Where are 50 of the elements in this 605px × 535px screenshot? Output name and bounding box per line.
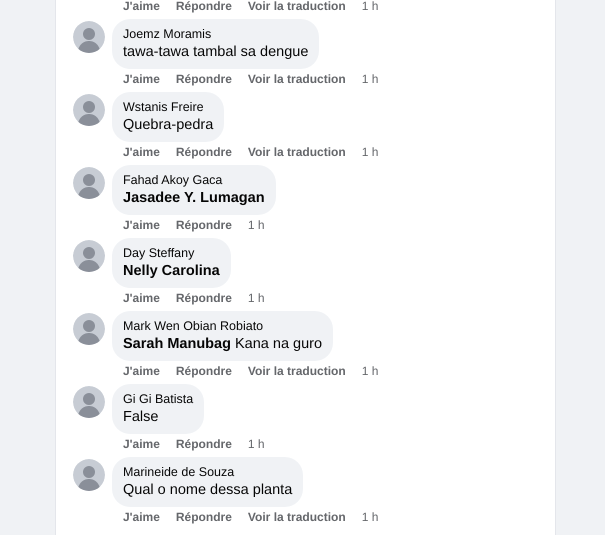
avatar[interactable] <box>73 240 105 272</box>
author-name[interactable]: Gi Gi Batista <box>123 391 194 407</box>
comment-text: Sarah Manubag Kana na guro <box>123 335 322 354</box>
avatar[interactable] <box>73 21 105 53</box>
action-link[interactable]: Répondre <box>176 363 232 379</box>
action-link[interactable]: Répondre <box>176 509 232 525</box>
action-link[interactable]: J'aime <box>123 144 160 160</box>
timestamp: 1 h <box>362 509 378 525</box>
action-link[interactable]: Voir la traduction <box>248 0 346 14</box>
action-link[interactable]: J'aime <box>123 71 160 87</box>
author-name[interactable]: Fahad Akoy Gaca <box>123 172 265 188</box>
action-link[interactable]: J'aime <box>123 436 160 452</box>
author-name[interactable]: Mark Wen Obian Robiato <box>123 318 322 334</box>
comment-text: Qual o nome dessa planta <box>123 481 292 500</box>
avatar[interactable] <box>73 459 105 491</box>
action-link[interactable]: Voir la traduction <box>248 363 346 379</box>
timestamp: 1 h <box>362 0 378 14</box>
action-link[interactable]: Répondre <box>176 436 232 452</box>
action-link[interactable]: Voir la traduction <box>248 509 346 525</box>
timestamp: 1 h <box>362 71 378 87</box>
timestamp: 1 h <box>362 144 378 160</box>
author-name[interactable]: Day Steffany <box>123 245 220 261</box>
comment-text: False <box>123 408 160 427</box>
author-name[interactable]: Wstanis Freire <box>123 99 214 115</box>
author-name[interactable]: Marineide de Souza <box>123 464 292 480</box>
avatar[interactable] <box>73 386 105 418</box>
action-link[interactable]: J'aime <box>123 217 160 233</box>
action-link[interactable]: J'aime <box>123 363 160 379</box>
action-link[interactable]: Voir la traduction <box>248 144 346 160</box>
action-link[interactable]: Répondre <box>176 144 232 160</box>
action-link[interactable]: J'aime <box>123 0 160 14</box>
action-link[interactable]: J'aime <box>123 290 160 306</box>
timestamp: 1 h <box>362 363 378 379</box>
comment-text: Jasadee Y. Lumagan <box>123 189 265 208</box>
comment-text: Nelly Carolina <box>123 262 220 281</box>
comment-text: Quebra-pedra <box>123 116 214 135</box>
author-name[interactable]: Joemz Moramis <box>123 26 308 42</box>
comment-text: tawa-tawa tambal sa dengue <box>123 43 308 62</box>
timestamp: 1 h <box>248 436 265 452</box>
avatar[interactable] <box>73 94 105 126</box>
avatar[interactable] <box>73 313 105 345</box>
action-link[interactable]: Répondre <box>176 0 232 14</box>
action-link[interactable]: J'aime <box>123 509 160 525</box>
action-link[interactable]: Voir la traduction <box>248 71 346 87</box>
timestamp: 1 h <box>248 290 265 306</box>
action-link[interactable]: Répondre <box>176 217 232 233</box>
avatar[interactable] <box>73 167 105 199</box>
action-link[interactable]: Répondre <box>176 290 232 306</box>
timestamp: 1 h <box>248 217 265 233</box>
action-link[interactable]: Répondre <box>176 71 232 87</box>
